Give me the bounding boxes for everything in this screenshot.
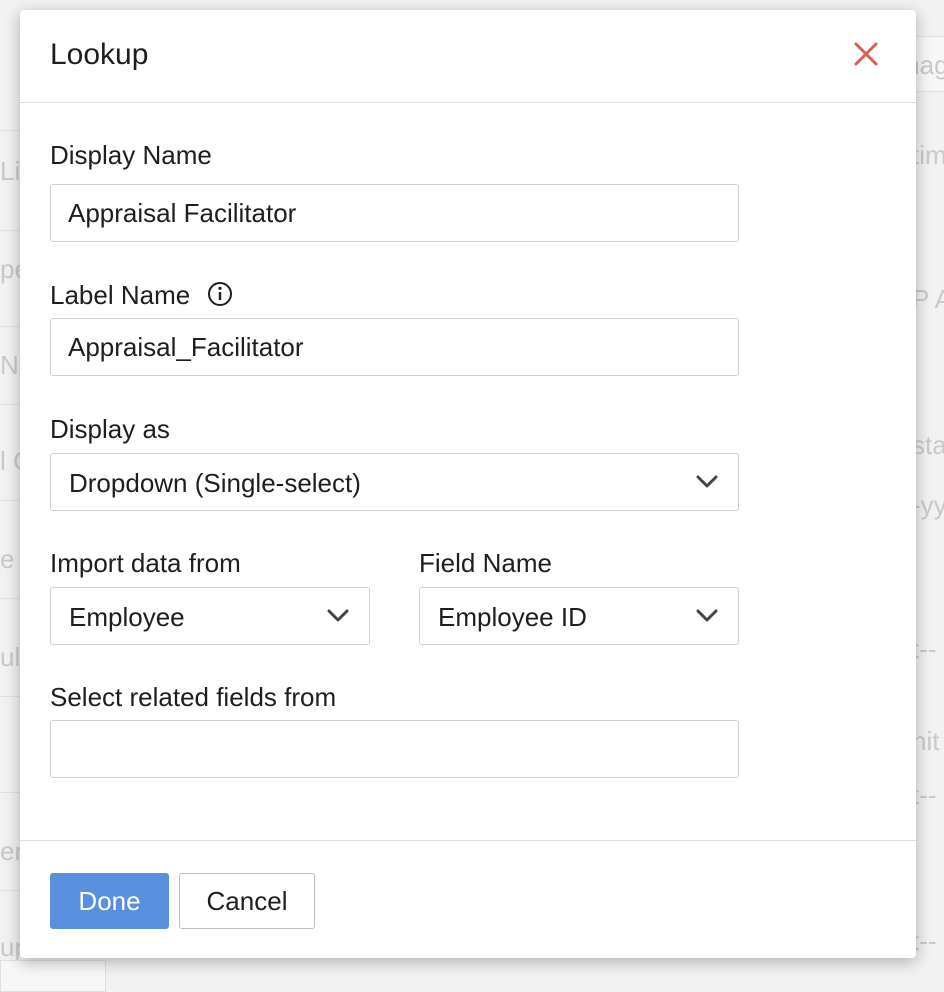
info-icon[interactable] [207,281,233,307]
close-icon [854,42,878,66]
related-fields-label: Select related fields from [50,682,337,712]
cancel-button[interactable]: Cancel [179,873,315,929]
chevron-down-icon [327,609,349,622]
related-fields-input[interactable] [50,720,739,778]
background-divider [0,696,20,697]
background-text: P A [912,284,944,314]
background-divider [0,792,20,793]
chevron-down-icon [696,475,718,488]
background-text: sta [912,430,944,460]
background-text: nit [912,726,940,756]
background-divider [0,230,20,231]
background-field [0,960,106,992]
display-as-select[interactable]: Dropdown (Single-select) [50,453,739,511]
dialog-footer: Done Cancel [20,840,916,959]
import-from-label: Import data from [50,548,241,578]
display-as-label: Display as [50,414,170,444]
background-divider [0,326,20,327]
dialog-header: Lookup [20,10,916,103]
background-divider [0,130,20,131]
background-text: time [912,140,944,170]
display-name-input[interactable] [50,184,739,242]
label-name-input[interactable] [50,318,739,376]
field-name-select[interactable]: Employee ID [419,587,739,645]
display-name-label: Display Name [50,140,212,170]
display-as-value: Dropdown (Single-select) [69,468,361,498]
dialog-title: Lookup [50,38,149,71]
background-text: e [0,544,15,574]
done-button[interactable]: Done [50,873,169,929]
label-name-label-row: Label Name [50,280,233,311]
background-divider [0,890,20,891]
lookup-dialog: Lookup Display Name Label Name Display a… [20,10,916,958]
chevron-down-icon [696,609,718,622]
background-divider [0,404,20,405]
background-divider [0,598,20,599]
field-name-label: Field Name [419,548,552,578]
background-text: Li [0,156,21,186]
field-name-value: Employee ID [438,602,587,632]
background-divider [0,500,20,501]
label-name-label: Label Name [50,280,191,310]
background-text: -yy [912,490,944,520]
close-button[interactable] [852,40,880,68]
import-from-select[interactable]: Employee [50,587,370,645]
import-from-value: Employee [69,602,185,632]
